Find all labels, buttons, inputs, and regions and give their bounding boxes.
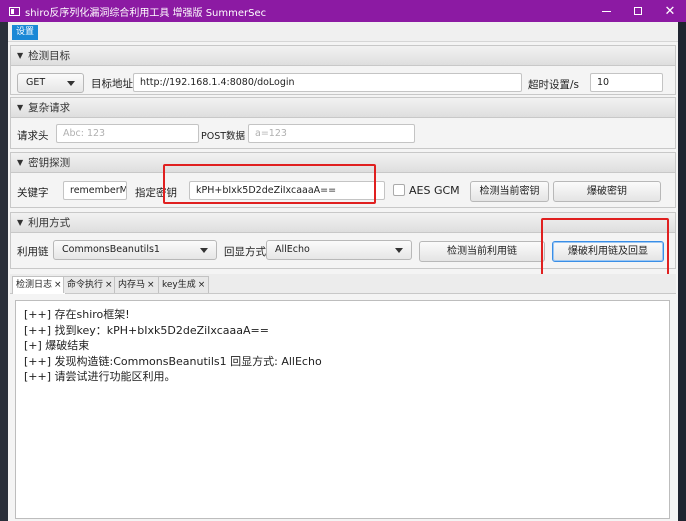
section-key-title: 密钥探测 (28, 157, 71, 169)
tab-command-exec[interactable]: 命令执行 × (63, 276, 117, 293)
minimize-icon (601, 10, 611, 12)
chain-label: 利用链 (17, 246, 49, 258)
app-window: shiro反序列化漏洞综合利用工具 增强版 SummerSec ✕ 设置 ▼ 检… (0, 0, 686, 521)
main-content: 设置 ▼ 检测目标 GET 目标地址 http://192.168.1.4:80… (8, 22, 678, 521)
keyword-label: 关键字 (17, 187, 49, 199)
chain-select-value: CommonsBeanutils1 (62, 244, 160, 255)
tab-memshell[interactable]: 内存马 × (114, 276, 159, 293)
section-target-title: 检测目标 (28, 50, 71, 62)
timeout-input[interactable]: 10 (590, 73, 663, 92)
keyword-input[interactable]: rememberMe (63, 181, 127, 200)
highlight-box-key (163, 164, 376, 204)
check-key-button[interactable]: 检测当前密钥 (470, 181, 549, 202)
log-output[interactable]: [++] 存在shiro框架! [++] 找到key：kPH+bIxk5D2de… (15, 300, 670, 519)
tab-bar: 检测日志 × 命令执行 × 内存马 × key生成 × (10, 274, 676, 294)
close-icon: ✕ (664, 3, 676, 19)
tab-label: 内存马 (118, 280, 146, 290)
echo-select-value: AllEcho (275, 244, 310, 255)
timeout-label: 超时设置/s (528, 79, 580, 91)
brute-key-button[interactable]: 爆破密钥 (553, 181, 661, 202)
chevron-down-icon (200, 248, 208, 253)
section-target: ▼ 检测目标 GET 目标地址 http://192.168.1.4:8080/… (10, 45, 676, 95)
title-bar[interactable]: shiro反序列化漏洞综合利用工具 增强版 SummerSec ✕ (0, 0, 686, 22)
chevron-down-icon (67, 81, 75, 86)
method-select[interactable]: GET (17, 73, 84, 93)
close-button[interactable]: ✕ (654, 0, 686, 22)
tab-detect-log[interactable]: 检测日志 × (12, 276, 66, 294)
close-icon[interactable]: × (147, 280, 155, 290)
close-icon[interactable]: × (105, 280, 113, 290)
log-line: [++] 存在shiro框架! (24, 308, 130, 321)
collapse-triangle-icon: ▼ (17, 51, 24, 60)
echo-select[interactable]: AllEcho (266, 240, 412, 260)
url-input[interactable]: http://192.168.1.4:8080/doLogin (133, 73, 522, 92)
tab-label: 检测日志 (16, 280, 53, 290)
section-target-header[interactable]: ▼ 检测目标 (11, 46, 675, 66)
headers-input[interactable]: Abc: 123 (56, 124, 199, 143)
section-exploit-title: 利用方式 (28, 217, 71, 229)
log-line: [++] 请尝试进行功能区利用。 (24, 370, 176, 383)
log-line: [+] 爆破结束 (24, 339, 90, 352)
app-window-icon (9, 6, 20, 16)
maximize-button[interactable] (622, 0, 654, 22)
echo-label: 回显方式 (224, 246, 266, 258)
chain-select[interactable]: CommonsBeanutils1 (53, 240, 217, 260)
tab-label: 命令执行 (67, 280, 104, 290)
section-complex-header[interactable]: ▼ 复杂请求 (11, 98, 675, 118)
headers-label: 请求头 (17, 130, 49, 142)
window-title: shiro反序列化漏洞综合利用工具 增强版 SummerSec (25, 7, 267, 19)
section-complex: ▼ 复杂请求 请求头 Abc: 123 POST数据 a=123 (10, 97, 676, 149)
aes-gcm-label: AES GCM (409, 184, 460, 197)
collapse-triangle-icon: ▼ (17, 158, 24, 167)
close-icon[interactable]: × (198, 280, 206, 290)
post-label: POST数据 (201, 131, 246, 142)
close-icon[interactable]: × (54, 280, 62, 290)
section-complex-title: 复杂请求 (28, 102, 71, 114)
collapse-triangle-icon: ▼ (17, 103, 24, 112)
method-select-value: GET (26, 77, 46, 88)
tab-key-gen[interactable]: key生成 × (158, 276, 210, 293)
check-chain-button[interactable]: 检测当前利用链 (419, 241, 545, 262)
menu-bar: 设置 (8, 22, 678, 42)
maximize-icon (634, 7, 642, 15)
minimize-button[interactable] (590, 0, 622, 22)
log-line: [++] 发现构造链:CommonsBeanutils1 回显方式: AllEc… (24, 354, 322, 368)
collapse-triangle-icon: ▼ (17, 218, 24, 227)
log-line: [++] 找到key：kPH+bIxk5D2deZiIxcaaaA== (24, 323, 269, 337)
tab-label: key生成 (162, 280, 196, 290)
menu-settings[interactable]: 设置 (12, 25, 39, 40)
chevron-down-icon (395, 248, 403, 253)
window-controls: ✕ (590, 0, 686, 22)
highlight-box-chain (541, 218, 669, 279)
aes-gcm-checkbox[interactable] (393, 184, 405, 196)
post-data-input[interactable]: a=123 (248, 124, 415, 143)
url-label: 目标地址 (91, 78, 133, 90)
